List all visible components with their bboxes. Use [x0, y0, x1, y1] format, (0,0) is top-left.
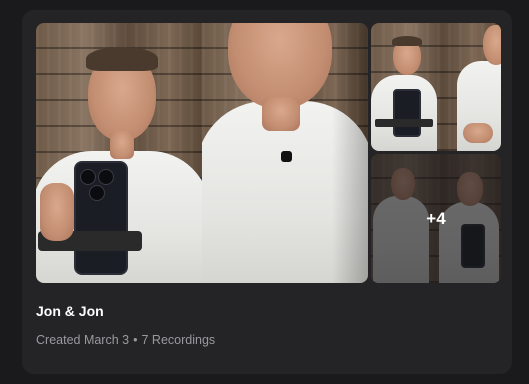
- camera-lens: [98, 169, 114, 185]
- lapel-mic: [281, 151, 292, 162]
- recording-count: 7 Recordings: [141, 333, 216, 347]
- person-hair: [392, 36, 422, 46]
- more-recordings-overlay[interactable]: +4: [371, 154, 501, 283]
- phone-image: [393, 89, 421, 137]
- recording-thumbnail[interactable]: [371, 23, 501, 151]
- camera-lens: [89, 185, 105, 201]
- collection-title[interactable]: Jon & Jon: [36, 303, 104, 319]
- recording-thumbnail[interactable]: [36, 23, 202, 283]
- person-hand: [40, 183, 74, 241]
- thumbnail-grid[interactable]: +4: [36, 23, 501, 283]
- created-date: Created March 3: [36, 333, 130, 347]
- more-recordings-count: +4: [426, 208, 446, 228]
- shadow: [332, 23, 368, 283]
- collection-meta: Created March 3 • 7 Recordings: [36, 333, 215, 347]
- person-neck: [110, 131, 134, 159]
- person-hand: [463, 123, 493, 143]
- phone-mount: [375, 119, 433, 127]
- meta-separator: •: [133, 333, 138, 347]
- person-neck: [262, 97, 300, 131]
- camera-lens: [80, 169, 96, 185]
- person-face: [483, 25, 501, 65]
- recording-thumbnail[interactable]: [202, 23, 368, 283]
- recording-thumbnail[interactable]: +4: [371, 154, 501, 283]
- person-hair: [86, 47, 158, 71]
- collection-card[interactable]: +4 Jon & Jon Created March 3 • 7 Recording…: [22, 10, 512, 374]
